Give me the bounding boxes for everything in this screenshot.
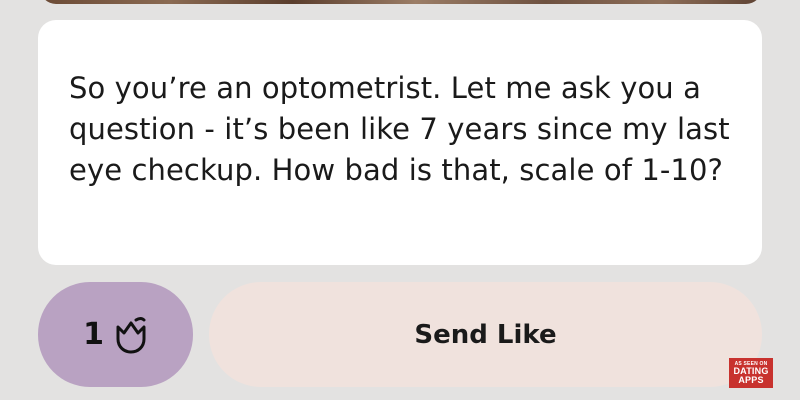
comment-text: So you’re an optometrist. Let me ask you… [69, 71, 730, 187]
rose-count: 1 [83, 317, 104, 352]
watermark-logo: AS SEEN ON DATING APPS [729, 358, 773, 388]
send-rose-button[interactable]: 1 [38, 282, 193, 387]
send-like-button[interactable]: Send Like [209, 282, 762, 387]
watermark-line-3: APPS [738, 374, 764, 385]
comment-card: So you’re an optometrist. Let me ask you… [38, 20, 762, 265]
send-like-label: Send Like [414, 319, 557, 350]
rose-icon [114, 315, 148, 355]
profile-photo-edge [40, 0, 762, 4]
